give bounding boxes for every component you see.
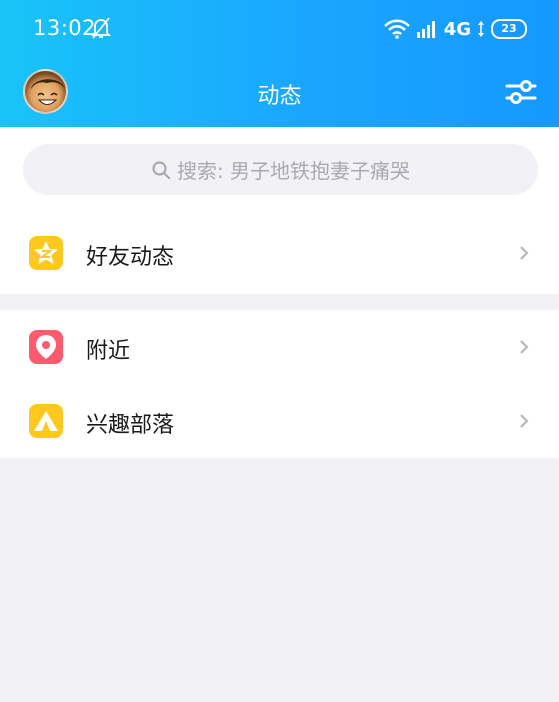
- row-interest-tribe[interactable]: 兴趣部落: [0, 384, 559, 458]
- chevron-right-icon: [520, 246, 529, 260]
- search-icon: [152, 160, 171, 179]
- signal-icon: [416, 21, 435, 38]
- header: 13:02 4G 23 动态: [0, 0, 559, 127]
- row-label-interest-tribe: 兴趣部落: [86, 413, 175, 438]
- row-friends-feed[interactable]: 好友动态: [0, 216, 559, 290]
- filter-settings-icon[interactable]: [505, 78, 537, 106]
- chevron-right-icon: [520, 414, 529, 428]
- qzone-star-icon: [29, 236, 63, 270]
- page-title: 动态: [257, 84, 302, 109]
- status-bar: 13:02 4G 23: [0, 0, 559, 58]
- row-label-friends-feed: 好友动态: [86, 245, 175, 270]
- row-label-nearby: 附近: [86, 339, 131, 364]
- notification-muted-icon: [91, 17, 111, 39]
- battery-indicator: 23: [491, 19, 527, 39]
- location-pin-icon: [29, 330, 63, 364]
- row-nearby[interactable]: 附近: [0, 310, 559, 384]
- network-type: 4G: [443, 18, 471, 40]
- status-time: 13:02: [33, 16, 97, 40]
- tent-icon: [29, 404, 63, 438]
- chevron-right-icon: [520, 340, 529, 354]
- data-transfer-icon: [478, 21, 484, 37]
- search-input[interactable]: 搜索: 男子地铁抱妻子痛哭: [23, 144, 538, 195]
- search-placeholder: 搜索: 男子地铁抱妻子痛哭: [176, 159, 411, 183]
- status-indicators: 4G 23: [383, 17, 527, 41]
- wifi-icon: [383, 19, 410, 39]
